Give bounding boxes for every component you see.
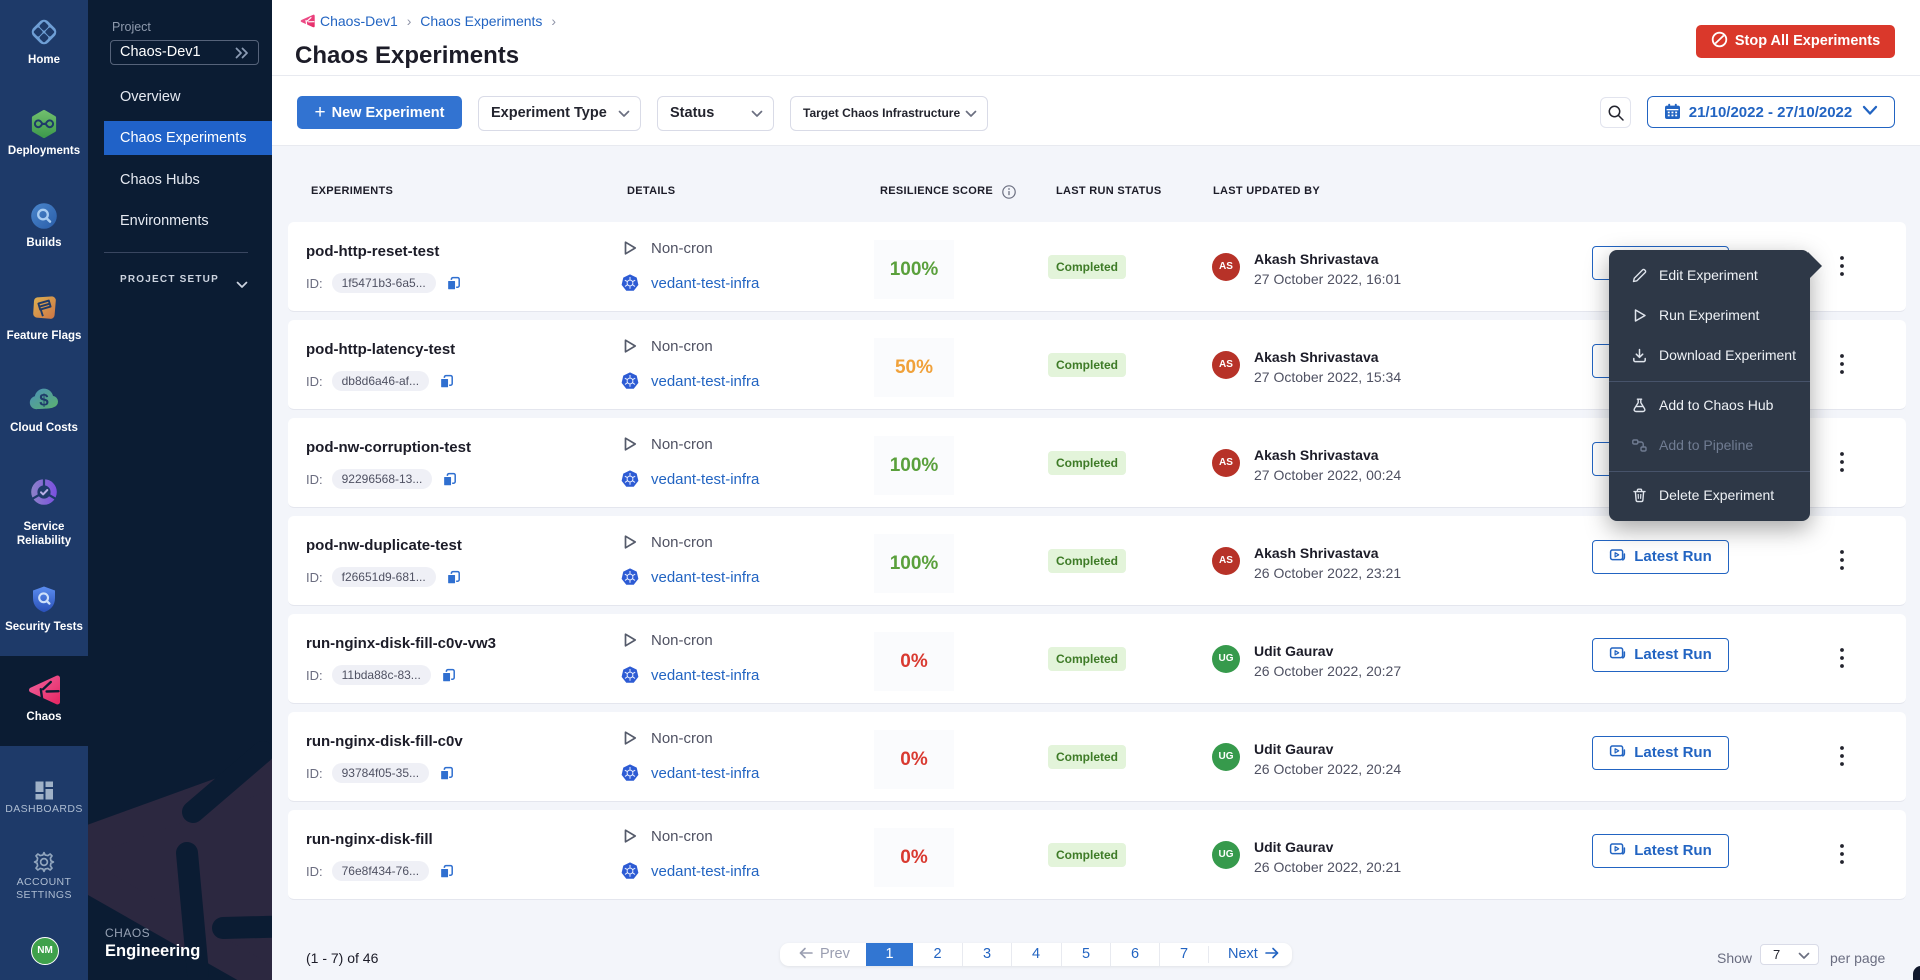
svg-text:$: $ xyxy=(39,391,49,410)
